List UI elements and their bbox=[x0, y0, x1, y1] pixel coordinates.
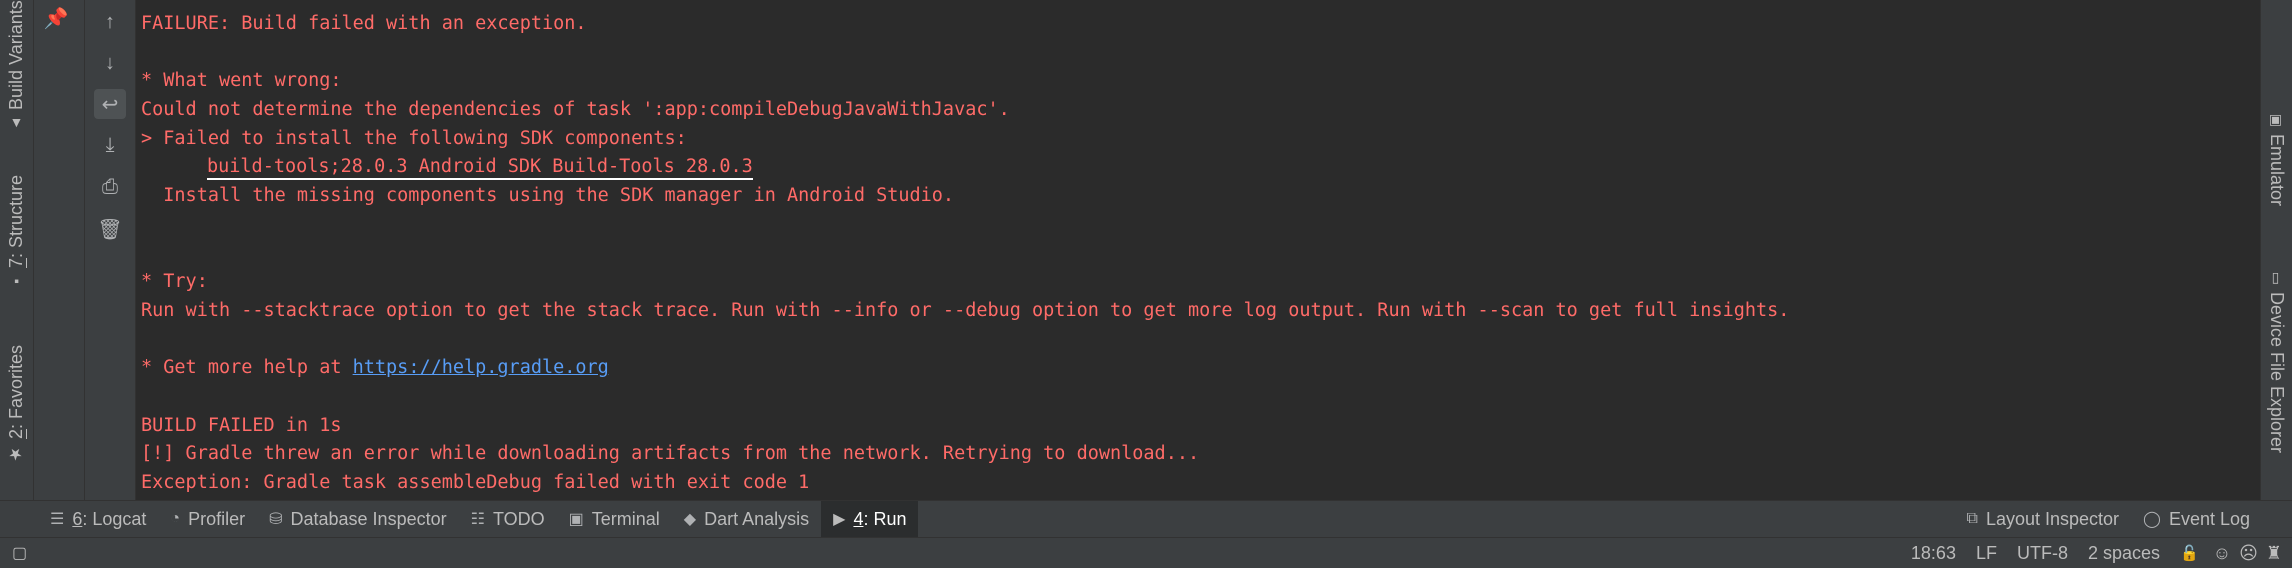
favorites-label: : Favorites bbox=[6, 345, 26, 430]
left-tool-stripe: ▲ Build Variants ▪ 7: Structure ★ 2: Fav… bbox=[0, 0, 34, 500]
layout-inspector-label: Layout Inspector bbox=[1985, 508, 2120, 529]
run-label: : Run bbox=[863, 508, 907, 529]
terminal-label: Terminal bbox=[591, 508, 660, 529]
scroll-to-end-icon[interactable]: ⤓ bbox=[94, 130, 126, 160]
event-log-icon: ◯ bbox=[2143, 511, 2161, 528]
missing-sdk-component: build-tools;28.0.3 Android SDK Build-Too… bbox=[207, 156, 753, 181]
gradle-help-link[interactable]: https://help.gradle.org bbox=[353, 357, 609, 378]
todo-label: TODO bbox=[492, 508, 545, 529]
device-file-explorer-label: Device File Explorer bbox=[2267, 292, 2287, 454]
database-icon: ⛁ bbox=[269, 511, 283, 528]
console-line: [!] Gradle threw an error while download… bbox=[141, 443, 1200, 465]
logcat-label: : Logcat bbox=[82, 508, 147, 529]
line-separator[interactable]: LF bbox=[1966, 543, 2007, 564]
console-line: Exception: Gradle task assembleDebug fai… bbox=[141, 472, 810, 493]
status-bar: ▢ 18:63 LF UTF-8 2 spaces 🔓 ☺ ☹ ♜ bbox=[0, 537, 2292, 568]
caret-position[interactable]: 18:63 bbox=[1901, 543, 1966, 564]
tab-event-log[interactable]: ◯ Event Log bbox=[2131, 501, 2262, 537]
trash-icon[interactable]: 🗑 bbox=[94, 214, 126, 244]
help-prefix: * Get more help at bbox=[141, 357, 353, 379]
tab-profiler[interactable]: ◔ Profiler bbox=[158, 501, 257, 537]
tab-dart-analysis[interactable]: ◆ Dart Analysis bbox=[672, 501, 821, 537]
profiler-icon: ◔ bbox=[170, 510, 181, 527]
pin-icon[interactable]: 📌 bbox=[40, 3, 72, 33]
run-shortcut: 4 bbox=[853, 508, 864, 529]
device-icon: ▯ bbox=[2268, 270, 2285, 286]
database-inspector-label: Database Inspector bbox=[290, 508, 447, 529]
structure-label: : Structure bbox=[6, 175, 26, 259]
build-variants-tab[interactable]: ▲ Build Variants bbox=[0, 0, 33, 135]
emulator-tab[interactable]: ▣ Emulator bbox=[2261, 112, 2292, 232]
tab-logcat[interactable]: ☰ 6: Logcat bbox=[38, 501, 158, 537]
structure-shortcut: 7 bbox=[6, 258, 26, 269]
indent-setting[interactable]: 2 spaces bbox=[2078, 543, 2170, 564]
device-file-explorer-tab[interactable]: ▯ Device File Explorer bbox=[2261, 270, 2292, 480]
tab-todo[interactable]: ☷ TODO bbox=[459, 501, 557, 537]
down-arrow-icon[interactable]: ↓ bbox=[94, 48, 126, 78]
dart-analysis-label: Dart Analysis bbox=[704, 508, 810, 529]
build-variants-label: Build Variants bbox=[6, 0, 26, 110]
logcat-shortcut: 6 bbox=[72, 508, 83, 529]
toggle-tool-windows-icon[interactable]: ▢ bbox=[0, 543, 37, 563]
tab-run[interactable]: ▶ 4: Run bbox=[821, 501, 919, 537]
console-line: * What went wrong: bbox=[141, 70, 342, 92]
run-toolbar: ↑ ↓ ↩ ⤓ ⎙ 🗑 bbox=[85, 0, 136, 500]
todo-icon: ☷ bbox=[470, 511, 485, 528]
star-icon: ★ bbox=[8, 445, 25, 465]
logcat-icon: ☰ bbox=[50, 511, 65, 528]
console-line: Run with --stacktrace option to get the … bbox=[141, 299, 1790, 321]
soft-wrap-icon[interactable]: ↩ bbox=[94, 89, 126, 119]
console-line: build-tools;28.0.3 Android SDK Build-Too… bbox=[136, 153, 2260, 182]
tab-terminal[interactable]: ▣ Terminal bbox=[557, 501, 672, 537]
bottom-tool-bar: ☰ 6: Logcat ◔ Profiler ⛁ Database Inspec… bbox=[0, 500, 2292, 537]
console-line: Install the missing components using the… bbox=[141, 185, 955, 207]
dart-icon: ◆ bbox=[683, 511, 697, 528]
favorites-tab[interactable]: ★ 2: Favorites bbox=[0, 345, 33, 485]
structure-icon: ▪ bbox=[8, 274, 25, 291]
structure-tab[interactable]: ▪ 7: Structure bbox=[0, 175, 33, 310]
console-line: * Try: bbox=[141, 271, 208, 293]
favorites-shortcut: 2 bbox=[6, 429, 26, 440]
print-icon[interactable]: ⎙ bbox=[94, 172, 126, 202]
console-output[interactable]: FAILURE: Build failed with an exception.… bbox=[136, 0, 2260, 510]
console-line: > Failed to install the following SDK co… bbox=[141, 127, 687, 149]
console-line: * Get more help at https://help.gradle.o… bbox=[136, 354, 2260, 383]
inspector-icon[interactable]: ♜ bbox=[2262, 543, 2292, 564]
run-panel-gutter: 📌 bbox=[34, 0, 85, 500]
event-log-label: Event Log bbox=[2168, 508, 2250, 529]
console-line: Could not determine the dependencies of … bbox=[141, 99, 1010, 121]
file-encoding[interactable]: UTF-8 bbox=[2007, 543, 2078, 564]
console-line: FAILURE: Build failed with an exception. bbox=[141, 13, 587, 34]
tab-layout-inspector[interactable]: ⧉ Layout Inspector bbox=[1955, 501, 2132, 537]
terminal-icon: ▣ bbox=[568, 511, 584, 528]
right-tool-stripe: ▣ Emulator ▯ Device File Explorer bbox=[2260, 0, 2292, 500]
sad-face-icon[interactable]: ☹ bbox=[2235, 543, 2262, 564]
android-icon: ▲ bbox=[8, 115, 25, 132]
console-line: BUILD FAILED in 1s bbox=[141, 414, 342, 436]
tab-database-inspector[interactable]: ⛁ Database Inspector bbox=[257, 501, 459, 537]
run-icon: ▶ bbox=[833, 511, 846, 528]
happy-face-icon[interactable]: ☺ bbox=[2209, 543, 2235, 564]
emulator-label: Emulator bbox=[2267, 134, 2287, 207]
emulator-icon: ▣ bbox=[2268, 112, 2285, 128]
layout-inspector-icon: ⧉ bbox=[1966, 510, 1978, 527]
lock-icon[interactable]: 🔓 bbox=[2170, 544, 2209, 562]
profiler-label: Profiler bbox=[188, 508, 246, 529]
up-arrow-icon[interactable]: ↑ bbox=[94, 7, 126, 37]
